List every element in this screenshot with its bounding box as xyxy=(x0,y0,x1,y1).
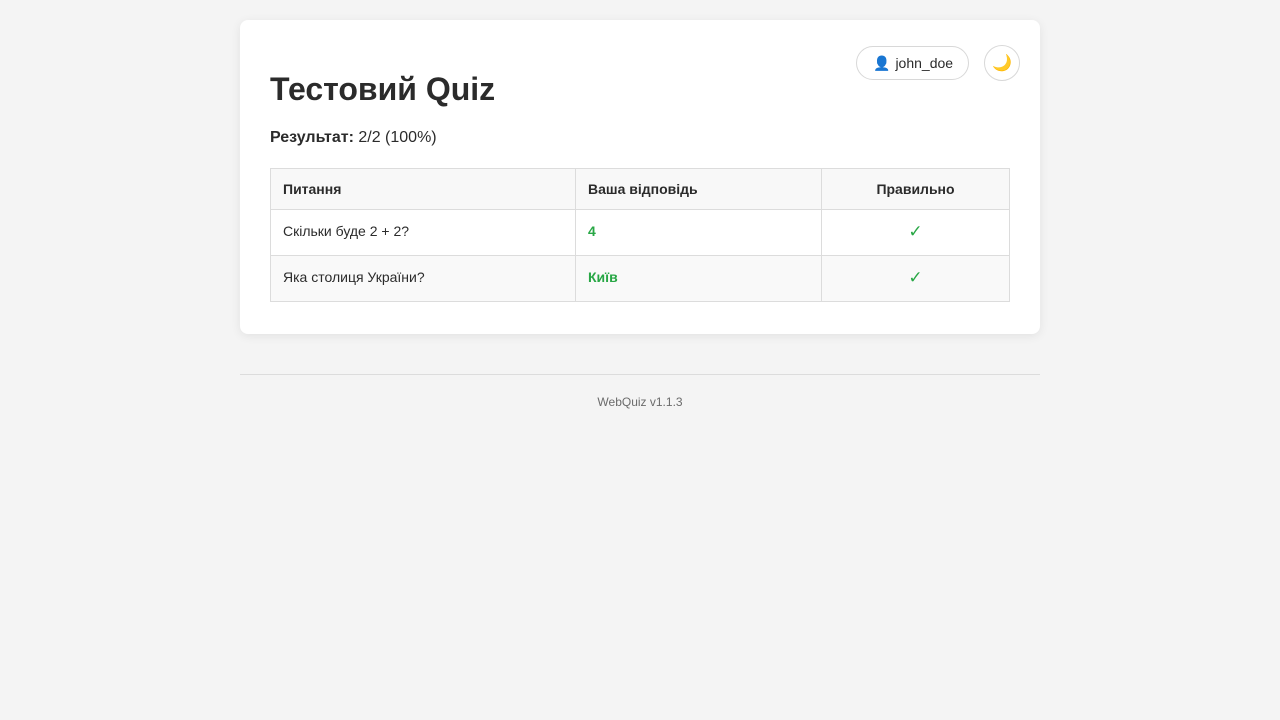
checkmark-icon: ✓ xyxy=(908,268,923,287)
correct-cell: ✓ xyxy=(821,255,1010,302)
page-title: Тестовий Quiz xyxy=(270,71,496,107)
user-button[interactable]: 👤 john_doe xyxy=(856,46,969,80)
table-row: Яка столиця України? Київ ✓ xyxy=(270,255,1010,302)
theme-toggle-button[interactable]: 🌙 xyxy=(984,45,1020,81)
question-cell: Скільки буде 2 + 2? xyxy=(270,209,576,256)
header-question: Питання xyxy=(270,168,576,210)
result-summary: Результат: 2/2 (100%) xyxy=(270,128,437,148)
user-icon: 👤 xyxy=(873,55,891,71)
correct-cell: ✓ xyxy=(821,209,1010,256)
answer-cell: 4 xyxy=(575,209,822,256)
checkmark-icon: ✓ xyxy=(908,222,923,241)
results-table: Питання Ваша відповідь Правильно Скільки… xyxy=(270,168,1010,302)
table-row: Скільки буде 2 + 2? 4 ✓ xyxy=(270,209,1010,256)
footer-version: WebQuiz v1.1.3 xyxy=(597,395,683,409)
result-value: 2/2 (100%) xyxy=(353,129,437,146)
header-correct: Правильно xyxy=(821,168,1010,210)
username-label: john_doe xyxy=(895,55,954,71)
answer-cell: Київ xyxy=(575,255,822,302)
question-cell: Яка столиця України? xyxy=(270,255,576,302)
table-header-row: Питання Ваша відповідь Правильно xyxy=(270,168,1010,210)
moon-icon: 🌙 xyxy=(992,55,1012,72)
header-answer: Ваша відповідь xyxy=(575,168,822,210)
quiz-result-card: 👤 john_doe 🌙 Тестовий Quiz Результат: 2/… xyxy=(240,20,1040,334)
footer-divider xyxy=(240,374,1040,375)
result-label: Результат: xyxy=(270,129,354,146)
